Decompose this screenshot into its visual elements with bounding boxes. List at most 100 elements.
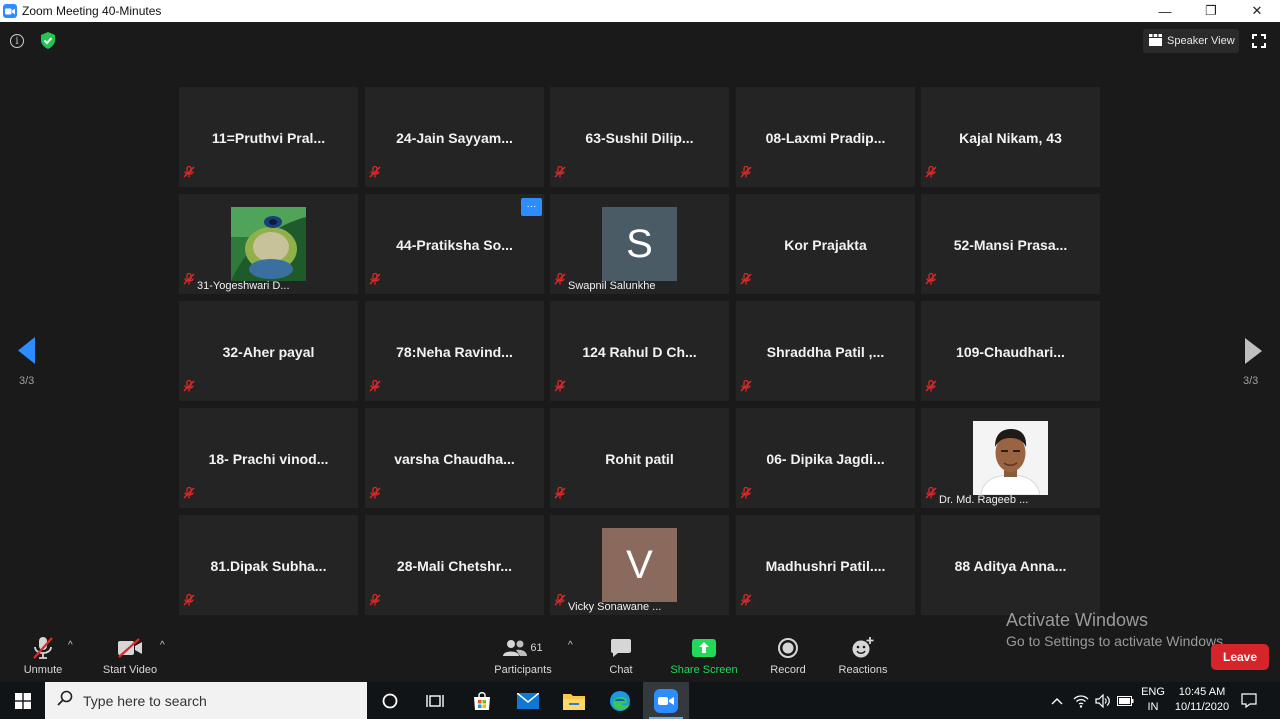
participant-tile[interactable]: S Swapnil Salunkhe <box>550 194 729 294</box>
windows-taskbar: Type here to search ENG IN 10:45 AM 10/1… <box>0 682 1280 719</box>
muted-mic-icon <box>740 379 752 397</box>
muted-mic-icon <box>183 593 195 611</box>
windows-start-icon[interactable] <box>0 682 45 719</box>
participant-tile[interactable]: Kajal Nikam, 43 <box>921 87 1100 187</box>
participant-tile[interactable]: 32-Aher payal <box>179 301 358 401</box>
muted-mic-icon <box>554 486 566 504</box>
participants-label: Participants <box>494 664 552 676</box>
audio-options-caret[interactable]: ^ <box>68 640 73 651</box>
participant-name: 08-Laxmi Pradip... <box>765 130 886 146</box>
meeting-toolbar: Unmute ^ Start Video ^ 61 Participants ^… <box>0 630 1280 682</box>
minimize-button[interactable]: — <box>1142 0 1188 22</box>
record-label: Record <box>770 664 806 676</box>
participant-name: Madhushri Patil.... <box>765 558 886 574</box>
speaker-view-button[interactable]: Speaker View <box>1143 29 1239 53</box>
unmute-button[interactable]: Unmute <box>22 636 64 676</box>
previous-page-arrow-icon[interactable] <box>18 337 36 369</box>
participant-tile[interactable]: 44-Pratiksha So... ··· <box>365 194 544 294</box>
muted-mic-icon <box>554 272 566 290</box>
clock-time: 10:45 AM <box>1178 686 1226 698</box>
participant-tile[interactable]: 28-Mali Chetshr... <box>365 515 544 615</box>
participant-tile[interactable]: Dr. Md. Rageeb ... <box>921 408 1100 508</box>
participant-tile[interactable]: 31-Yogeshwari D... <box>179 194 358 294</box>
restore-button[interactable]: ❐ <box>1188 0 1234 22</box>
participant-tile[interactable]: 63-Sushil Dilip... <box>550 87 729 187</box>
man-portrait-avatar <box>973 421 1048 496</box>
participant-tile[interactable]: 24-Jain Sayyam... <box>365 87 544 187</box>
participant-tile[interactable]: 11=Pruthvi Pral... <box>179 87 358 187</box>
participant-tile[interactable]: Kor Prajakta <box>736 194 915 294</box>
volume-icon[interactable] <box>1094 682 1112 719</box>
participant-tile[interactable]: Rohit patil <box>550 408 729 508</box>
more-options-button[interactable]: ··· <box>521 198 542 216</box>
edge-browser-icon[interactable] <box>597 682 643 719</box>
next-page-arrow-icon[interactable] <box>1245 338 1262 369</box>
chat-button[interactable]: Chat <box>604 636 638 676</box>
participant-name: 81.Dipak Subha... <box>210 558 327 574</box>
participant-name: 28-Mali Chetshr... <box>396 558 513 574</box>
muted-mic-icon <box>369 165 381 183</box>
notification-center-icon[interactable] <box>1238 682 1260 719</box>
participant-tile[interactable]: 78:Neha Ravind... <box>365 301 544 401</box>
start-video-label: Start Video <box>102 664 158 676</box>
participant-tile[interactable]: 124 Rahul D Ch... <box>550 301 729 401</box>
reactions-button[interactable]: Reactions <box>836 636 890 676</box>
participant-tile[interactable]: 08-Laxmi Pradip... <box>736 87 915 187</box>
input-language-indicator[interactable]: ENG IN <box>1138 685 1168 715</box>
battery-icon[interactable] <box>1116 682 1134 719</box>
participant-name: 24-Jain Sayyam... <box>396 130 513 146</box>
participant-tile[interactable]: varsha Chaudha... <box>365 408 544 508</box>
fullscreen-icon[interactable] <box>1252 34 1266 53</box>
participant-tile[interactable]: 52-Mansi Prasa... <box>921 194 1100 294</box>
participant-tile[interactable]: Madhushri Patil.... <box>736 515 915 615</box>
cortana-icon[interactable] <box>367 682 413 719</box>
info-icon[interactable]: i <box>10 34 24 48</box>
file-explorer-icon[interactable] <box>551 682 597 719</box>
participant-name: Shraddha Patil ,... <box>766 344 885 360</box>
search-placeholder: Type here to search <box>83 692 207 709</box>
meeting-topbar: i Speaker View <box>0 22 1280 60</box>
participant-tile[interactable]: 06- Dipika Jagdi... <box>736 408 915 508</box>
window-title: Zoom Meeting 40-Minutes <box>22 4 162 18</box>
participant-name: Dr. Md. Rageeb ... <box>939 494 1029 506</box>
search-icon <box>57 690 73 711</box>
chat-icon <box>611 636 631 660</box>
task-view-icon[interactable] <box>412 682 458 719</box>
speaker-view-icon <box>1149 33 1162 49</box>
participant-tile[interactable]: V Vicky Sonawane ... <box>550 515 729 615</box>
participant-name: 06- Dipika Jagdi... <box>766 451 885 467</box>
security-shield-icon[interactable] <box>40 32 56 54</box>
unmute-label: Unmute <box>23 664 63 676</box>
zoom-taskbar-icon[interactable] <box>643 682 689 719</box>
participants-button[interactable]: 61 Participants <box>493 636 553 676</box>
muted-mic-icon <box>740 593 752 611</box>
participant-name: 78:Neha Ravind... <box>396 344 513 360</box>
participant-tile[interactable]: 109-Chaudhari... <box>921 301 1100 401</box>
taskbar-clock[interactable]: 10:45 AM 10/11/2020 <box>1170 685 1234 715</box>
participants-options-caret[interactable]: ^ <box>568 640 573 651</box>
activate-windows-title: Activate Windows <box>1006 610 1149 630</box>
participant-name: Rohit patil <box>605 451 674 467</box>
mail-icon[interactable] <box>505 682 551 719</box>
participant-tile[interactable]: Shraddha Patil ,... <box>736 301 915 401</box>
leave-button[interactable]: Leave <box>1211 644 1269 670</box>
wifi-icon[interactable] <box>1072 682 1090 719</box>
participant-tile[interactable]: 18- Prachi vinod... <box>179 408 358 508</box>
share-screen-button[interactable]: Share Screen <box>670 636 738 676</box>
record-button[interactable]: Record <box>768 636 808 676</box>
page-indicator-left: 3/3 <box>19 375 35 387</box>
participant-name: 44-Pratiksha So... <box>396 237 513 253</box>
muted-mic-icon <box>369 593 381 611</box>
start-video-button[interactable]: Start Video <box>100 636 160 676</box>
microsoft-store-icon[interactable] <box>459 682 505 719</box>
video-options-caret[interactable]: ^ <box>160 640 165 651</box>
window-titlebar: Zoom Meeting 40-Minutes — ❐ ✕ <box>0 0 1280 22</box>
show-hidden-icons-chevron-icon[interactable] <box>1049 682 1065 719</box>
participant-tile[interactable]: 88 Aditya Anna... <box>921 515 1100 615</box>
participant-name: 124 Rahul D Ch... <box>582 344 697 360</box>
taskbar-search-box[interactable]: Type here to search <box>45 682 367 719</box>
participant-count: 61 <box>530 642 543 654</box>
chat-label: Chat <box>609 664 633 676</box>
participant-tile[interactable]: 81.Dipak Subha... <box>179 515 358 615</box>
close-button[interactable]: ✕ <box>1234 0 1280 22</box>
